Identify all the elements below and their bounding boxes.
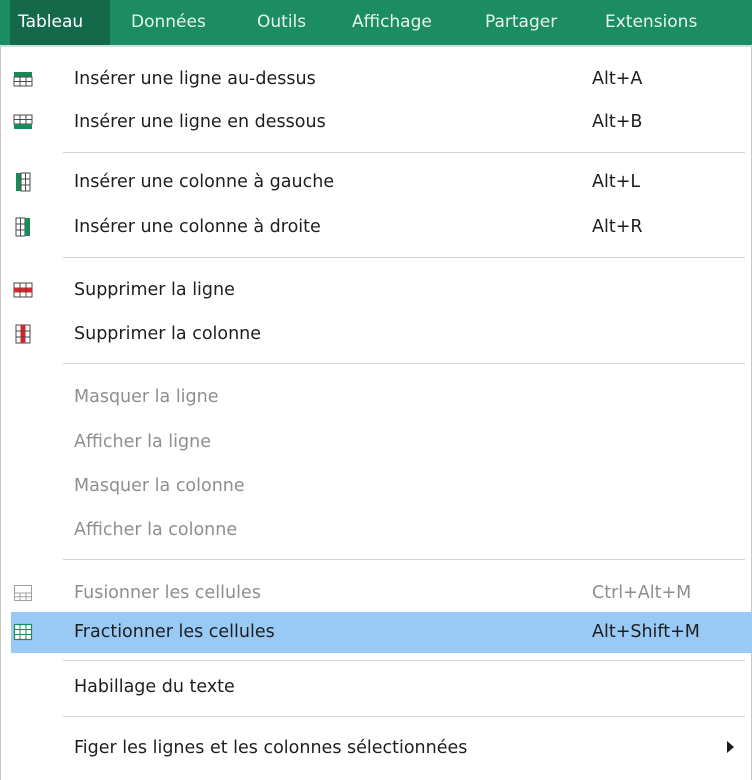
menu-item-insert-row-below[interactable]: Insérer une ligne en dessous Alt+B bbox=[11, 102, 752, 142]
menu-item-label: Masquer la ligne bbox=[74, 387, 219, 407]
menu-extensions-label: Extensions bbox=[605, 12, 698, 32]
menu-tableau[interactable]: Tableau bbox=[10, 0, 110, 45]
menu-separator bbox=[63, 152, 745, 153]
menubar: Tableau Données Outils Affichage Partage… bbox=[0, 0, 752, 45]
delete-row-icon bbox=[13, 282, 33, 298]
menu-item-delete-column[interactable]: Supprimer la colonne bbox=[11, 314, 752, 354]
insert-column-right-icon bbox=[15, 217, 30, 237]
menu-item-label: Masquer la colonne bbox=[74, 476, 245, 496]
menu-item-shortcut: Alt+L bbox=[592, 172, 641, 192]
menu-separator bbox=[63, 716, 745, 717]
tableau-dropdown-menu: Insérer une ligne au-dessus Alt+A Insére… bbox=[0, 47, 752, 780]
menu-item-show-column[interactable]: Afficher la colonne bbox=[11, 510, 752, 550]
menu-item-show-row[interactable]: Afficher la ligne bbox=[11, 422, 752, 462]
menu-item-label: Figer les lignes et les colonnes sélecti… bbox=[74, 738, 468, 758]
menu-separator bbox=[63, 559, 745, 560]
menu-item-label: Habillage du texte bbox=[74, 677, 235, 697]
menu-item-label: Insérer une colonne à gauche bbox=[74, 172, 335, 192]
insert-column-left-icon bbox=[16, 172, 31, 192]
menu-item-label: Insérer une colonne à droite bbox=[74, 217, 321, 237]
menu-item-shortcut: Alt+A bbox=[592, 69, 643, 89]
menu-item-merge-cells[interactable]: Fusionner les cellules Ctrl+Alt+M bbox=[11, 573, 752, 613]
submenu-arrow-icon bbox=[727, 741, 734, 753]
insert-row-below-icon bbox=[13, 114, 33, 129]
menu-item-shortcut: Ctrl+Alt+M bbox=[592, 583, 692, 603]
menu-item-label: Supprimer la ligne bbox=[74, 280, 235, 300]
insert-row-above-icon bbox=[13, 72, 33, 87]
menu-outils-label: Outils bbox=[257, 12, 307, 32]
menu-item-insert-row-above[interactable]: Insérer une ligne au-dessus Alt+A bbox=[11, 59, 752, 99]
menu-item-label: Fusionner les cellules bbox=[74, 583, 261, 603]
menu-separator bbox=[63, 363, 745, 364]
menu-donnees[interactable]: Données bbox=[131, 0, 206, 45]
menu-item-text-wrap[interactable]: Habillage du texte bbox=[11, 667, 752, 707]
menu-separator bbox=[63, 660, 745, 661]
menu-item-label: Afficher la colonne bbox=[74, 520, 238, 540]
menu-item-shortcut: Alt+B bbox=[592, 112, 643, 132]
menu-item-label: Afficher la ligne bbox=[74, 432, 211, 452]
menu-item-label: Supprimer la colonne bbox=[74, 324, 262, 344]
menu-item-hide-row[interactable]: Masquer la ligne bbox=[11, 377, 752, 417]
menu-partager-label: Partager bbox=[485, 12, 558, 32]
menu-item-shortcut: Alt+Shift+M bbox=[592, 622, 700, 642]
merge-cells-icon bbox=[14, 585, 32, 601]
menu-tableau-label: Tableau bbox=[18, 12, 84, 32]
menu-affichage[interactable]: Affichage bbox=[352, 0, 432, 45]
menu-partager[interactable]: Partager bbox=[485, 0, 557, 45]
menu-item-insert-column-right[interactable]: Insérer une colonne à droite Alt+R bbox=[11, 207, 752, 247]
menu-item-shortcut: Alt+R bbox=[592, 217, 643, 237]
menu-outils[interactable]: Outils bbox=[257, 0, 306, 45]
split-cells-icon bbox=[13, 623, 33, 641]
menu-item-freeze-panes[interactable]: Figer les lignes et les colonnes sélecti… bbox=[11, 728, 752, 768]
menu-item-insert-column-left[interactable]: Insérer une colonne à gauche Alt+L bbox=[11, 162, 752, 202]
menu-item-label: Insérer une ligne en dessous bbox=[74, 112, 326, 132]
delete-column-icon bbox=[15, 324, 31, 344]
menu-affichage-label: Affichage bbox=[352, 12, 432, 32]
menu-item-delete-row[interactable]: Supprimer la ligne bbox=[11, 270, 752, 310]
menu-item-label: Fractionner les cellules bbox=[74, 622, 275, 642]
menu-separator bbox=[63, 257, 745, 258]
menu-item-hide-column[interactable]: Masquer la colonne bbox=[11, 466, 752, 506]
menu-item-label: Insérer une ligne au-dessus bbox=[74, 69, 316, 89]
menu-extensions[interactable]: Extensions bbox=[605, 0, 697, 45]
menu-item-split-cells[interactable]: Fractionner les cellules Alt+Shift+M bbox=[11, 612, 752, 653]
menu-donnees-label: Données bbox=[131, 12, 206, 32]
